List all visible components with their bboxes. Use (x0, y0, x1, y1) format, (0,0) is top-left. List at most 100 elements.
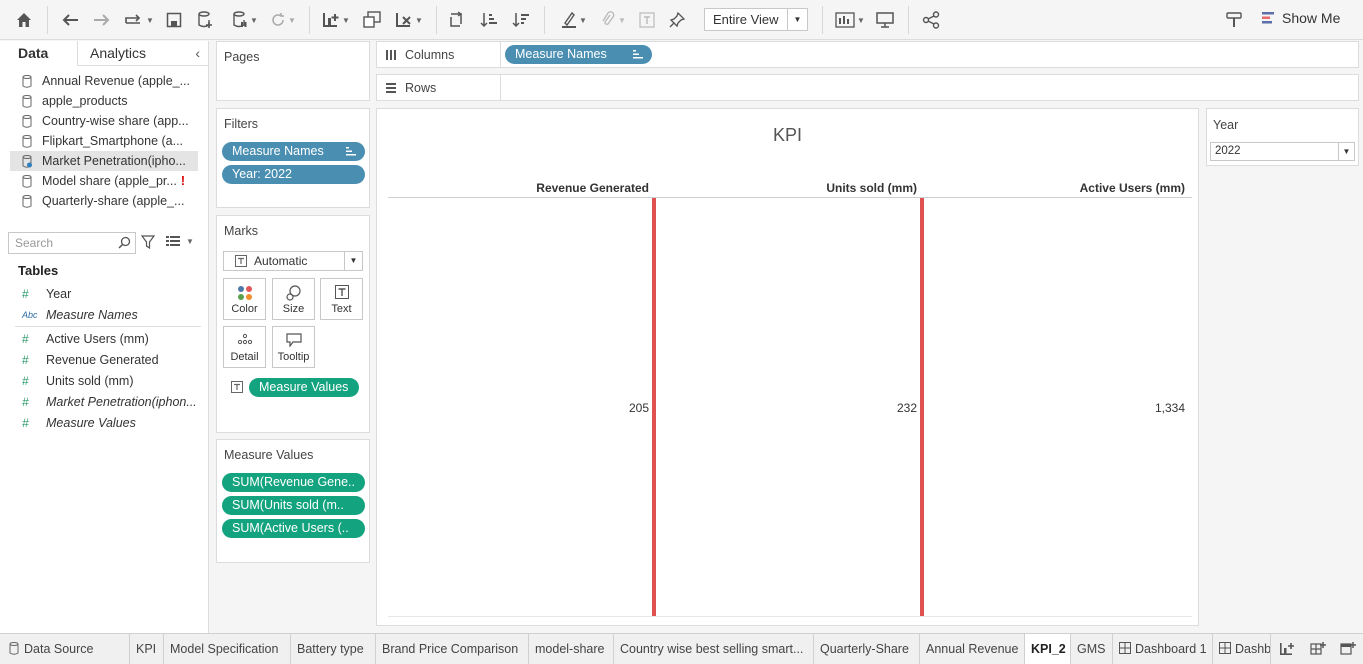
sort-ascending-icon[interactable] (478, 8, 500, 32)
new-story-tab-icon[interactable] (1336, 637, 1360, 661)
redo-icon[interactable] (90, 8, 114, 32)
text-button[interactable]: Text (320, 278, 363, 320)
chevron-down-icon: ▼ (787, 9, 807, 30)
tab-analytics[interactable]: Analytics (90, 41, 146, 66)
tab-dashboard[interactable]: Dashboard 1 (1113, 634, 1213, 664)
pages-card[interactable]: Pages (216, 41, 370, 101)
field-item[interactable]: # Measure Values (0, 412, 209, 433)
tab-sheet[interactable]: Model Specification (164, 634, 291, 664)
field-item[interactable]: Abc Measure Names (0, 304, 209, 325)
clear-sheet-icon[interactable]: ▼ (390, 8, 428, 32)
mark-type-select[interactable]: Automatic ▼ (223, 251, 363, 271)
tab-sheet[interactable]: model-share (529, 634, 614, 664)
show-cards-icon[interactable]: ▼ (832, 8, 868, 32)
fix-axes-icon[interactable] (666, 8, 688, 32)
year-filter-card: Year 2022 ▼ (1206, 108, 1359, 166)
size-button[interactable]: Size (272, 278, 315, 320)
show-me-button[interactable]: Show Me (1262, 10, 1340, 26)
viz-title: KPI (772, 125, 802, 145)
refresh-icon[interactable]: ▼ (265, 8, 301, 32)
color-button[interactable]: Color (223, 278, 266, 320)
presentation-mode-icon[interactable] (874, 8, 896, 32)
sort-descending-icon[interactable] (510, 8, 532, 32)
tab-sheet[interactable]: KPI (130, 634, 164, 664)
datasource-item[interactable]: Annual Revenue (apple_... (0, 71, 209, 91)
filter-pill-measure-names[interactable]: Measure Names (222, 142, 365, 161)
datasource-icon (22, 134, 32, 148)
field-item[interactable]: # Market Penetration(iphon... (0, 391, 209, 412)
rows-label: Rows (405, 80, 437, 95)
column-header[interactable]: Revenue Generated (536, 181, 649, 195)
datasource-icon (9, 642, 19, 655)
pause-updates-icon[interactable]: ▼ (225, 8, 265, 32)
rows-shelf[interactable]: Rows (376, 74, 1359, 101)
tab-sheet[interactable]: GMS (1071, 634, 1113, 664)
tooltip-button[interactable]: Tooltip (272, 326, 315, 368)
tooltip-icon (285, 333, 302, 347)
columns-pill-measure-names[interactable]: Measure Names (505, 45, 652, 64)
share-icon[interactable] (920, 8, 942, 32)
new-dashboard-tab-icon[interactable] (1306, 637, 1330, 661)
search-input[interactable]: Search (8, 232, 136, 254)
show-mark-labels-icon[interactable] (636, 8, 658, 32)
columns-label: Columns (405, 47, 455, 62)
year-filter-label: Year (1213, 118, 1239, 132)
tab-sheet[interactable]: Annual Revenue (920, 634, 1025, 664)
tab-dashboard[interactable]: Dashb (1213, 634, 1271, 664)
datasource-item[interactable]: Model share (apple_pr... ! (0, 171, 209, 191)
filter-pill-year[interactable]: Year: 2022 (222, 165, 365, 184)
swap-rows-columns-icon[interactable] (446, 8, 468, 32)
measure-pill-active-users[interactable]: SUM(Active Users (.. (222, 519, 365, 538)
measure-pill-revenue[interactable]: SUM(Revenue Gene.. (222, 473, 365, 492)
filter-icon[interactable] (140, 235, 156, 252)
field-item[interactable]: # Revenue Generated (0, 349, 209, 370)
detail-button[interactable]: Detail (223, 326, 266, 368)
tab-data-source[interactable]: Data Source (0, 634, 130, 664)
kpi-value[interactable]: 205 (629, 401, 649, 415)
marks-pill-measure-values[interactable]: Measure Values (249, 378, 359, 397)
new-worksheet-tab-icon[interactable] (1275, 637, 1299, 661)
datasource-item[interactable]: apple_products (0, 91, 209, 111)
viz-canvas[interactable]: KPI Revenue Generated Units sold (mm) Ac… (376, 108, 1199, 626)
format-painter-icon[interactable] (1222, 8, 1246, 32)
group-members-icon[interactable]: ▼ (596, 8, 630, 32)
tab-sheet[interactable]: Battery type (291, 634, 376, 664)
columns-shelf[interactable]: Columns Measure Names (376, 41, 1359, 68)
dashboard-icon (1219, 642, 1231, 654)
datasource-item[interactable]: Quarterly-share (apple_... (0, 191, 209, 211)
tab-sheet[interactable]: Brand Price Comparison (376, 634, 529, 664)
collapse-pane-icon[interactable]: ‹ (195, 41, 200, 66)
kpi-value[interactable]: 232 (897, 401, 917, 415)
datasource-item-selected[interactable]: Market Penetration(ipho... (10, 151, 198, 171)
datasource-item[interactable]: Country-wise share (app... (0, 111, 209, 131)
field-item[interactable]: # Units sold (mm) (0, 370, 209, 391)
new-datasource-icon[interactable] (194, 8, 216, 32)
measure-pill-units[interactable]: SUM(Units sold (m.. (222, 496, 365, 515)
view-options-icon[interactable]: ▼ (166, 235, 194, 247)
field-item[interactable]: # Active Users (mm) (0, 328, 209, 349)
kpi-value[interactable]: 1,334 (1155, 401, 1185, 415)
column-divider (920, 198, 924, 617)
tab-sheet-active[interactable]: KPI_2 (1025, 634, 1071, 664)
home-icon[interactable] (12, 8, 36, 32)
year-filter-select[interactable]: 2022 ▼ (1210, 142, 1355, 161)
column-header[interactable]: Active Users (mm) (1080, 181, 1185, 195)
fit-view-select[interactable]: Entire View ▼ (704, 8, 808, 31)
highlight-icon[interactable]: ▼ (556, 8, 592, 32)
undo-icon[interactable] (58, 8, 82, 32)
replay-icon[interactable]: ▼ (120, 8, 158, 32)
save-icon[interactable] (163, 8, 185, 32)
datasource-item[interactable]: Flipkart_Smartphone (a... (0, 131, 209, 151)
tab-data[interactable]: Data (0, 41, 78, 66)
column-header[interactable]: Units sold (mm) (826, 181, 917, 195)
marks-card: Marks Automatic ▼ Color Size Text Detail… (216, 215, 370, 433)
text-mark-icon (235, 255, 247, 267)
duplicate-icon[interactable] (360, 8, 384, 32)
tab-sheet[interactable]: Country wise best selling smart... (614, 634, 814, 664)
text-icon (334, 285, 349, 299)
field-item[interactable]: # Year (0, 283, 209, 304)
tab-sheet[interactable]: Quarterly-Share (814, 634, 920, 664)
new-worksheet-icon[interactable]: ▼ (318, 8, 354, 32)
sort-icon (633, 50, 643, 59)
filters-card[interactable]: Filters Measure Names Year: 2022 (216, 108, 370, 208)
